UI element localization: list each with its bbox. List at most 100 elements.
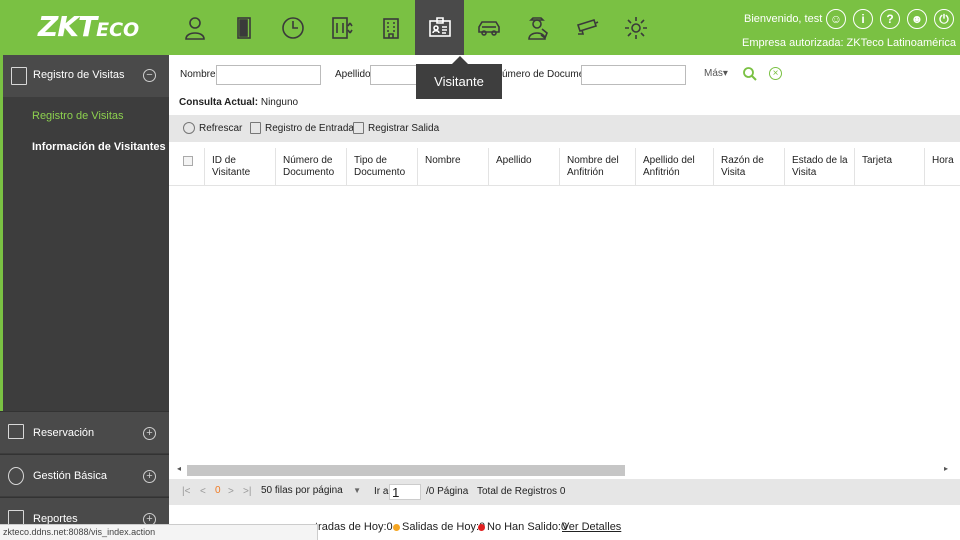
table-body: [169, 186, 960, 466]
nombre-input[interactable]: [216, 65, 321, 85]
collapse-icon[interactable]: −: [143, 69, 156, 82]
select-all-checkbox[interactable]: [183, 156, 193, 166]
sidebar-section-label: Reservación: [33, 427, 95, 439]
module-nav: [170, 0, 660, 55]
sidebar-section-basic[interactable]: Gestión Básica +: [0, 454, 169, 496]
column-header[interactable]: Número de Documento: [276, 148, 347, 186]
sidebar-section-reservation[interactable]: Reservación +: [0, 411, 169, 453]
help-icon[interactable]: ?: [880, 9, 900, 29]
rows-per-page-value: 50 filas por página: [261, 485, 343, 496]
column-header[interactable]: ID de Visitante: [205, 148, 276, 186]
goto-page-input[interactable]: [389, 484, 421, 500]
current-page: 0: [215, 485, 221, 496]
scroll-left-icon[interactable]: ◂: [177, 464, 181, 473]
top-bar: ZKTECO Bienvenido, test ☺ i ? ☻ ⏻ Empres…: [0, 0, 960, 55]
scroll-right-icon[interactable]: ▸: [944, 464, 948, 473]
red-dot-icon: [478, 523, 485, 531]
entries-today: tradas de Hoy:0: [315, 521, 393, 533]
column-header[interactable]: Hora: [925, 148, 960, 186]
current-query-value: Ninguno: [260, 97, 299, 108]
elevator-icon[interactable]: [317, 0, 366, 55]
goto-label: Ir a: [374, 486, 389, 497]
search-icon[interactable]: [742, 66, 758, 82]
expand-icon[interactable]: +: [143, 470, 156, 483]
sidebar-section-visit-log[interactable]: Registro de Visitas −: [0, 55, 169, 97]
video-camera-icon[interactable]: [562, 0, 611, 55]
documento-input[interactable]: [581, 65, 686, 85]
entry-label: Registro de Entrada: [265, 122, 354, 134]
rows-per-page-select[interactable]: 50 filas por página ▼: [261, 485, 371, 500]
column-header[interactable]: Razón de Visita: [714, 148, 785, 186]
select-all-column: [169, 148, 205, 186]
refresh-icon: [183, 122, 195, 134]
view-details-link[interactable]: Ver Detalles: [562, 521, 621, 533]
info-icon[interactable]: i: [853, 9, 873, 29]
column-header[interactable]: Tarjeta: [855, 148, 925, 186]
more-filters-toggle[interactable]: Más▾: [704, 68, 728, 79]
logo-small-text: ECO: [96, 19, 140, 41]
action-toolbar: Refrescar Registro de Entrada Registrar …: [169, 115, 960, 142]
power-icon[interactable]: ⏻: [934, 9, 954, 29]
refresh-label: Refrescar: [199, 122, 243, 134]
company-text: Empresa autorizada: ZKTeco Latinoamérica: [742, 37, 956, 49]
exit-icon: [353, 122, 364, 134]
patrol-guard-icon[interactable]: [513, 0, 562, 55]
building-icon[interactable]: [366, 0, 415, 55]
refresh-button[interactable]: Refrescar: [183, 122, 242, 134]
parking-car-icon[interactable]: [464, 0, 513, 55]
expand-icon[interactable]: +: [143, 427, 156, 440]
orange-dot-icon: [393, 523, 400, 531]
chevron-down-icon: ▼: [353, 486, 361, 495]
column-header[interactable]: Nombre: [418, 148, 489, 186]
next-page-icon[interactable]: >: [228, 486, 234, 497]
sidebar-item-visit-log[interactable]: Registro de Visitas: [32, 110, 124, 122]
logo-main-text: ZKT: [38, 10, 97, 43]
visitor-module-icon[interactable]: [415, 0, 464, 55]
column-header[interactable]: Nombre del Anfitrión: [560, 148, 636, 186]
sidebar-item-visitor-info[interactable]: Información de Visitantes: [32, 141, 166, 153]
filter-bar: Nombre Apellido úmero de Documento Más▾ …: [169, 55, 960, 95]
nav-tooltip: Visitante: [416, 56, 502, 99]
clear-filter-icon[interactable]: ×: [769, 67, 782, 80]
column-header[interactable]: Tipo de Documento: [347, 148, 418, 186]
basic-management-icon: [8, 467, 24, 485]
total-pages: /0 Página: [426, 486, 469, 497]
sidebar-section-label: Registro de Visitas: [33, 69, 125, 81]
not-exited-text: No Han Salido:0: [487, 521, 568, 533]
column-header[interactable]: Apellido: [489, 148, 560, 186]
column-header[interactable]: Estado de la Visita: [785, 148, 855, 186]
attendance-clock-icon[interactable]: [268, 0, 317, 55]
column-header[interactable]: Apellido del Anfitrión: [636, 148, 714, 186]
personnel-module-icon[interactable]: [170, 0, 219, 55]
prev-page-icon[interactable]: <: [200, 486, 206, 497]
not-exited: No Han Salido:0: [478, 521, 567, 533]
nombre-label: Nombre: [180, 69, 216, 80]
table-header: ID de Visitante Número de Documento Tipo…: [169, 148, 960, 186]
visit-log-icon: [11, 67, 27, 85]
account-icon[interactable]: ☻: [907, 9, 927, 29]
exit-register-button[interactable]: Registrar Salida: [353, 122, 439, 134]
exits-today-text: Salidas de Hoy:0: [402, 521, 486, 533]
total-records: Total de Registros 0: [477, 486, 566, 497]
last-page-icon[interactable]: >|: [243, 486, 251, 497]
sidebar: Registro de Visitas − Registro de Visita…: [0, 55, 169, 540]
sidebar-submenu: Registro de Visitas Información de Visit…: [0, 97, 169, 411]
scrollbar-thumb[interactable]: [187, 465, 625, 476]
status-url: zkteco.ddns.net:8088/vis_index.action: [0, 524, 318, 540]
user-circle-icon[interactable]: ☺: [826, 9, 846, 29]
zkteco-logo[interactable]: ZKTECO: [38, 10, 139, 43]
horizontal-scrollbar[interactable]: ◂ ▸: [173, 464, 950, 476]
main-panel: Nombre Apellido úmero de Documento Más▾ …: [169, 55, 960, 540]
first-page-icon[interactable]: |<: [182, 486, 190, 497]
exits-today: Salidas de Hoy:0: [393, 521, 485, 533]
sidebar-section-label: Gestión Básica: [33, 470, 107, 482]
access-door-icon[interactable]: [219, 0, 268, 55]
settings-gear-icon[interactable]: [611, 0, 660, 55]
header-actions: ☺ i ? ☻ ⏻: [826, 9, 957, 29]
welcome-text: Bienvenido, test: [744, 13, 823, 25]
exit-label: Registrar Salida: [368, 122, 440, 134]
reservation-icon: [8, 424, 24, 439]
entry-register-button[interactable]: Registro de Entrada: [250, 122, 354, 134]
pagination-bar: |< < 0 > >| 50 filas por página ▼ Ir a /…: [169, 479, 960, 505]
current-query: Consulta Actual: Ninguno: [179, 97, 298, 108]
